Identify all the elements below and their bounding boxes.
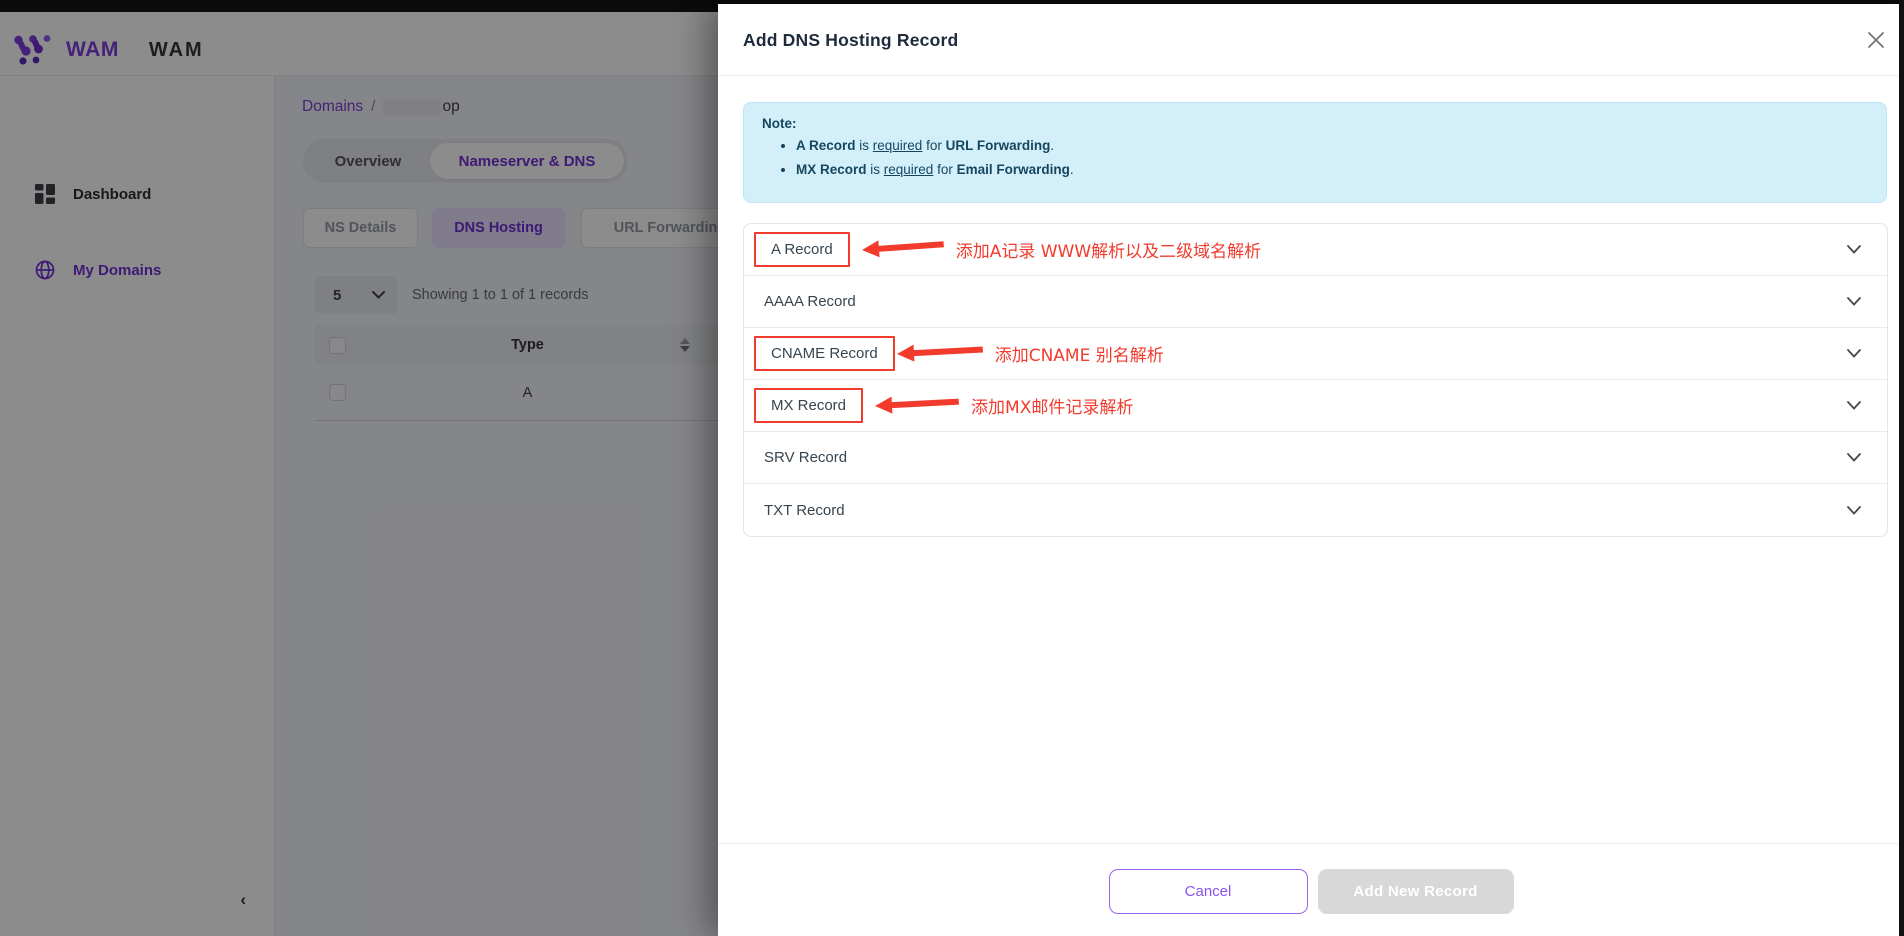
record-type-accordion: A Record 添加A记录 WWW解析以及二级域名解析 AAAA Record bbox=[743, 223, 1888, 537]
screen: WAM WAM Dashboard bbox=[0, 0, 1904, 936]
chevron-down-icon[interactable] bbox=[1847, 297, 1861, 306]
record-label: TXT Record bbox=[764, 502, 845, 519]
accordion-row-srv-record[interactable]: SRV Record bbox=[744, 432, 1887, 484]
red-arrow-icon bbox=[861, 235, 944, 259]
record-label: AAAA Record bbox=[764, 293, 856, 310]
red-arrow-icon bbox=[896, 340, 983, 362]
red-arrow-icon bbox=[875, 392, 960, 414]
record-label: A Record bbox=[754, 232, 850, 267]
chevron-down-icon[interactable] bbox=[1847, 506, 1861, 515]
annotation-text: 添加MX邮件记录解析 bbox=[971, 393, 1133, 418]
annotation-text: 添加CNAME 别名解析 bbox=[995, 341, 1164, 366]
annotation: 添加CNAME 别名解析 bbox=[895, 341, 1164, 366]
chevron-down-icon[interactable] bbox=[1847, 245, 1861, 254]
chevron-down-icon[interactable] bbox=[1847, 349, 1861, 358]
add-new-record-button[interactable]: Add New Record bbox=[1318, 869, 1514, 914]
window-right-edge bbox=[1899, 0, 1904, 936]
accordion-row-mx-record[interactable]: MX Record 添加MX邮件记录解析 bbox=[744, 380, 1887, 432]
note-bullet: MX Record is required for Email Forwardi… bbox=[796, 158, 1868, 182]
note-heading: Note: bbox=[762, 116, 1868, 131]
accordion-row-cname-record[interactable]: CNAME Record 添加CNAME 别名解析 bbox=[744, 328, 1887, 380]
accordion-row-aaaa-record[interactable]: AAAA Record bbox=[744, 276, 1887, 328]
close-icon[interactable] bbox=[1864, 28, 1888, 52]
chevron-down-icon[interactable] bbox=[1847, 401, 1861, 410]
annotation: 添加A记录 WWW解析以及二级域名解析 bbox=[850, 237, 1261, 262]
chevron-down-icon[interactable] bbox=[1847, 453, 1861, 462]
modal-title: Add DNS Hosting Record bbox=[743, 30, 958, 51]
annotation: 添加MX邮件记录解析 bbox=[863, 393, 1133, 418]
note-box: Note: A Record is required for URL Forwa… bbox=[743, 102, 1887, 203]
add-dns-record-modal: Add DNS Hosting Record Note: A Record is… bbox=[718, 4, 1904, 936]
modal-header: Add DNS Hosting Record bbox=[718, 4, 1904, 76]
record-label: SRV Record bbox=[764, 449, 847, 466]
record-label: MX Record bbox=[754, 388, 863, 423]
accordion-row-txt-record[interactable]: TXT Record bbox=[744, 484, 1887, 536]
modal-footer: Cancel Add New Record bbox=[718, 843, 1904, 936]
note-bullet: A Record is required for URL Forwarding. bbox=[796, 134, 1868, 158]
annotation-text: 添加A记录 WWW解析以及二级域名解析 bbox=[956, 237, 1261, 262]
cancel-button[interactable]: Cancel bbox=[1109, 869, 1308, 914]
record-label: CNAME Record bbox=[754, 336, 895, 371]
accordion-row-a-record[interactable]: A Record 添加A记录 WWW解析以及二级域名解析 bbox=[744, 224, 1887, 276]
